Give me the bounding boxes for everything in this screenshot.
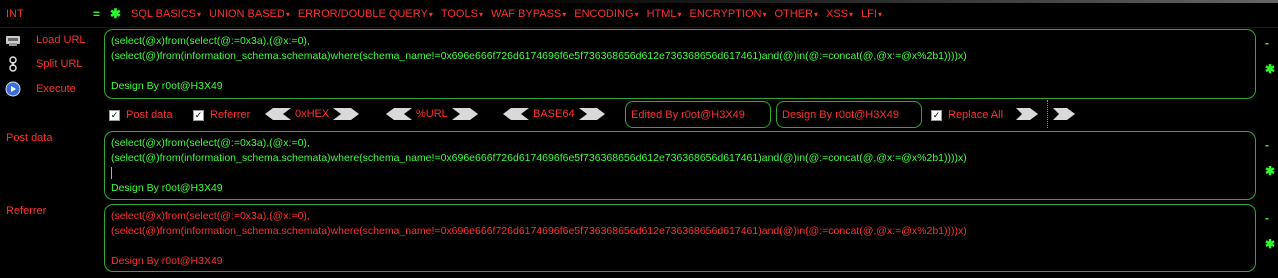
- post-data-checkbox-label: Post data: [126, 109, 173, 121]
- text-cursor: [111, 167, 112, 180]
- base64-convert-control[interactable]: BASE64: [503, 108, 605, 120]
- design-by-label: Design By r0ot@H3X49: [782, 108, 899, 121]
- checkmark-icon: ✓: [193, 109, 204, 121]
- url-line-2: (select(@)from(information_schema.schema…: [111, 50, 967, 62]
- divider: [1047, 100, 1048, 128]
- checkmark-icon: ✓: [931, 109, 942, 121]
- referrer-star-icon[interactable]: ✱: [1265, 237, 1275, 251]
- url-star-icon[interactable]: ✱: [1265, 62, 1275, 76]
- arrow-right-icon[interactable]: [333, 108, 360, 120]
- arrow-right-icon[interactable]: [578, 108, 605, 120]
- referrer-checkbox[interactable]: ✓ Referrer: [193, 109, 250, 121]
- arrow-right-icon[interactable]: [1053, 108, 1075, 120]
- chevron-down-icon: ▾: [428, 10, 433, 19]
- collapse-referrer-minus-icon[interactable]: -: [1265, 211, 1269, 225]
- menu-encoding[interactable]: ENCODING▾: [574, 8, 638, 20]
- chevron-down-icon: ▾: [813, 10, 818, 19]
- menu-lfi[interactable]: LFI▾: [861, 8, 882, 20]
- chevron-down-icon: ▾: [478, 10, 483, 19]
- edited-by-box[interactable]: Edited By r0ot@H3X49: [625, 101, 771, 128]
- referrer-footer: Design By r0ot@H3X49: [111, 255, 223, 267]
- arrow-left-icon[interactable]: [386, 108, 412, 120]
- execute-icon: [4, 81, 22, 97]
- menu-encryption[interactable]: ENCRYPTION▾: [690, 8, 767, 20]
- collapse-url-minus-icon[interactable]: -: [1265, 36, 1269, 50]
- chevron-down-icon: ▾: [677, 10, 682, 19]
- post-data-label: Post data: [6, 132, 53, 144]
- hex-convert-control[interactable]: 0xHEX: [265, 108, 360, 120]
- split-url-icon: [4, 56, 22, 72]
- post-data-checkbox[interactable]: ✓ Post data: [109, 109, 172, 121]
- referrer-label: Referrer: [6, 205, 47, 217]
- url-footer: Design By r0ot@H3X49: [111, 80, 223, 92]
- execute-button[interactable]: Execute: [4, 81, 76, 97]
- split-url-button[interactable]: Split URL: [4, 56, 82, 72]
- referrer-checkbox-label: Referrer: [210, 109, 251, 121]
- load-url-icon: [4, 32, 22, 48]
- menu-tools[interactable]: TOOLS▾: [441, 8, 483, 20]
- chevron-down-icon: ▾: [877, 10, 882, 19]
- chevron-down-icon: ▾: [562, 10, 567, 19]
- post-data-textarea[interactable]: (select(@x)from(select(@:=0x3a),(@x:=0),…: [104, 131, 1256, 200]
- chevron-down-icon: ▾: [285, 10, 290, 19]
- post-line-1: (select(@x)from(select(@:=0x3a),(@x:=0),: [111, 137, 310, 149]
- replace-all-checkbox[interactable]: ✓ Replace All: [931, 109, 1003, 121]
- arrow-left-icon[interactable]: [265, 108, 291, 120]
- referrer-line-1: (select(@x)from(select(@:=0x3a),(@x:=0),: [111, 210, 310, 222]
- menu-other[interactable]: OTHER▾: [774, 8, 818, 20]
- referrer-line-2: (select(@)from(information_schema.schema…: [111, 225, 967, 237]
- url-encode-label: %URL: [416, 108, 448, 120]
- replace-all-label: Replace All: [948, 109, 1004, 121]
- menu-xss[interactable]: XSS▾: [826, 8, 853, 20]
- chevron-down-icon: ▾: [762, 10, 767, 19]
- collapse-post-minus-icon[interactable]: -: [1265, 138, 1269, 152]
- post-footer: Design By r0ot@H3X49: [111, 182, 223, 194]
- load-url-button[interactable]: Load URL: [4, 32, 86, 48]
- main-menu: SQL BASICS▾ UNION BASED▾ ERROR/DOUBLE QU…: [131, 0, 890, 28]
- post-star-icon[interactable]: ✱: [1265, 164, 1275, 178]
- int-menu[interactable]: INT: [6, 8, 24, 20]
- url-textarea[interactable]: (select(@x)from(select(@:=0x3a),(@x:=0),…: [104, 29, 1256, 99]
- menu-bar: INT = ✱ SQL BASICS▾ UNION BASED▾ ERROR/D…: [0, 0, 1278, 28]
- base64-label: BASE64: [533, 108, 575, 120]
- star-icon[interactable]: ✱: [110, 6, 121, 22]
- menu-waf-bypass[interactable]: WAF BYPASS▾: [491, 8, 566, 20]
- replace-arrow-2[interactable]: [1053, 108, 1075, 120]
- url-line-1: (select(@x)from(select(@:=0x3a),(@x:=0),: [111, 35, 310, 47]
- execute-label: Execute: [36, 83, 76, 95]
- arrow-left-icon[interactable]: [503, 108, 529, 120]
- equals-icon[interactable]: =: [93, 7, 100, 21]
- referrer-textarea[interactable]: (select(@x)from(select(@:=0x3a),(@x:=0),…: [104, 204, 1256, 272]
- menu-html[interactable]: HTML▾: [647, 8, 682, 20]
- url-convert-control[interactable]: %URL: [386, 108, 478, 120]
- arrow-right-icon[interactable]: [451, 108, 478, 120]
- menu-error-double-query[interactable]: ERROR/DOUBLE QUERY▾: [298, 8, 433, 20]
- design-by-box[interactable]: Design By r0ot@H3X49: [776, 101, 922, 128]
- edited-by-label: Edited By r0ot@H3X49: [631, 108, 745, 121]
- chevron-down-icon: ▾: [849, 10, 854, 19]
- arrow-right-icon[interactable]: [1016, 108, 1038, 120]
- chevron-down-icon: ▾: [634, 10, 639, 19]
- hex-label: 0xHEX: [295, 108, 330, 120]
- post-line-2: (select(@)from(information_schema.schema…: [111, 152, 967, 164]
- checkmark-icon: ✓: [109, 109, 120, 121]
- replace-arrows-control[interactable]: [1016, 108, 1038, 120]
- split-url-label: Split URL: [36, 58, 83, 70]
- chevron-down-icon: ▾: [197, 10, 202, 19]
- menu-sql-basics[interactable]: SQL BASICS▾: [131, 8, 201, 20]
- menu-union-based[interactable]: UNION BASED▾: [209, 8, 290, 20]
- load-url-label: Load URL: [36, 34, 86, 46]
